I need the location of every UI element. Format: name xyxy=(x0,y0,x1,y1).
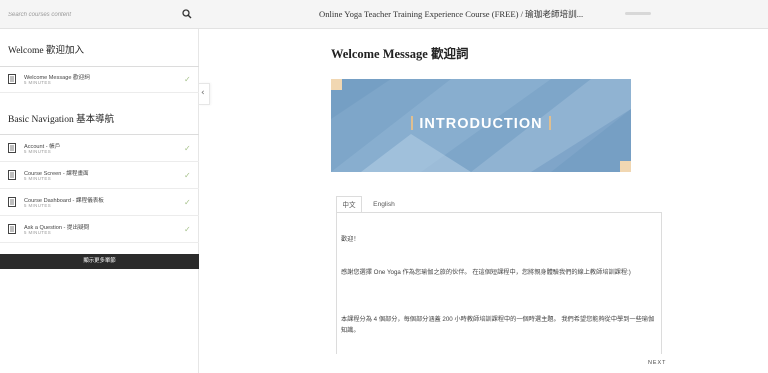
section-divider xyxy=(0,134,199,135)
next-button[interactable]: NEXT xyxy=(648,360,666,366)
section-title-welcome: Welcome 歡迎加入 xyxy=(8,46,85,56)
lesson-item-course-screen[interactable]: Course Screen - 課程畫面 5 MINUTES ✓ xyxy=(0,163,199,189)
course-header: Online Yoga Teacher Training Experience … xyxy=(199,0,768,29)
lesson-item-course-dashboard[interactable]: Course Dashboard - 課程儀表板 5 MINUTES ✓ xyxy=(0,190,199,216)
document-icon xyxy=(8,143,16,153)
check-icon: ✓ xyxy=(184,198,191,207)
course-sidebar: Welcome 歡迎加入 Welcome Message 歡迎詞 5 MINUT… xyxy=(0,0,199,373)
banner-corner-accent xyxy=(331,79,342,90)
tab-chinese[interactable]: 中文 xyxy=(336,196,362,213)
show-more-lessons-button[interactable]: 顯示更多單節 xyxy=(0,254,199,269)
lesson-duration: 5 MINUTES xyxy=(24,80,52,85)
collapse-sidebar-toggle[interactable]: ‹ xyxy=(199,83,210,105)
search-input[interactable] xyxy=(8,8,168,21)
lesson-item-account[interactable]: Account - 帳戶 5 MINUTES ✓ xyxy=(0,136,199,162)
check-icon: ✓ xyxy=(184,225,191,234)
lesson-item-ask-a-question[interactable]: Ask a Question - 提出疑問 5 MINUTES ✓ xyxy=(0,217,199,243)
banner-title: INTRODUCTION xyxy=(331,116,631,132)
content-paragraph: 本課程分為 4 個部分，每個部分涵蓋 200 小時教師培訓課程中的一個時選主題。… xyxy=(341,316,655,334)
lesson-heading: Welcome Message 歡迎詞 xyxy=(331,47,469,61)
lesson-duration: 5 MINUTES xyxy=(24,149,52,154)
lesson-content-panel: 歡迎！ 感謝您選擇 One Yoga 作為您瑜伽之旅的伙伴。 在這個短課程中，您… xyxy=(336,212,662,354)
check-icon: ✓ xyxy=(184,75,191,84)
check-icon: ✓ xyxy=(184,144,191,153)
course-title: Online Yoga Teacher Training Experience … xyxy=(319,9,584,19)
section-title-basic-navigation: Basic Navigation 基本導航 xyxy=(8,115,115,125)
lesson-item-welcome-message[interactable]: Welcome Message 歡迎詞 5 MINUTES ✓ xyxy=(0,67,199,93)
introduction-banner: INTRODUCTION xyxy=(331,79,631,172)
tab-english[interactable]: English xyxy=(366,196,402,213)
document-icon xyxy=(8,224,16,234)
chevron-left-icon: ‹ xyxy=(201,88,205,98)
content-paragraph: 感謝您選擇 One Yoga 作為您瑜伽之旅的伙伴。 在這個短課程中，您將親身體… xyxy=(341,269,631,276)
document-icon xyxy=(8,74,16,84)
banner-corner-accent xyxy=(620,161,631,172)
lesson-duration: 5 MINUTES xyxy=(24,203,52,208)
check-icon: ✓ xyxy=(184,171,191,180)
course-progress-bar xyxy=(625,12,651,15)
search-icon[interactable] xyxy=(182,9,192,19)
search-bar xyxy=(0,0,199,29)
banner-label: INTRODUCTION xyxy=(419,116,543,132)
document-icon xyxy=(8,197,16,207)
lesson-duration: 5 MINUTES xyxy=(24,176,52,181)
content-paragraph: 歡迎！ xyxy=(341,236,360,243)
document-icon xyxy=(8,170,16,180)
lesson-duration: 5 MINUTES xyxy=(24,230,52,235)
